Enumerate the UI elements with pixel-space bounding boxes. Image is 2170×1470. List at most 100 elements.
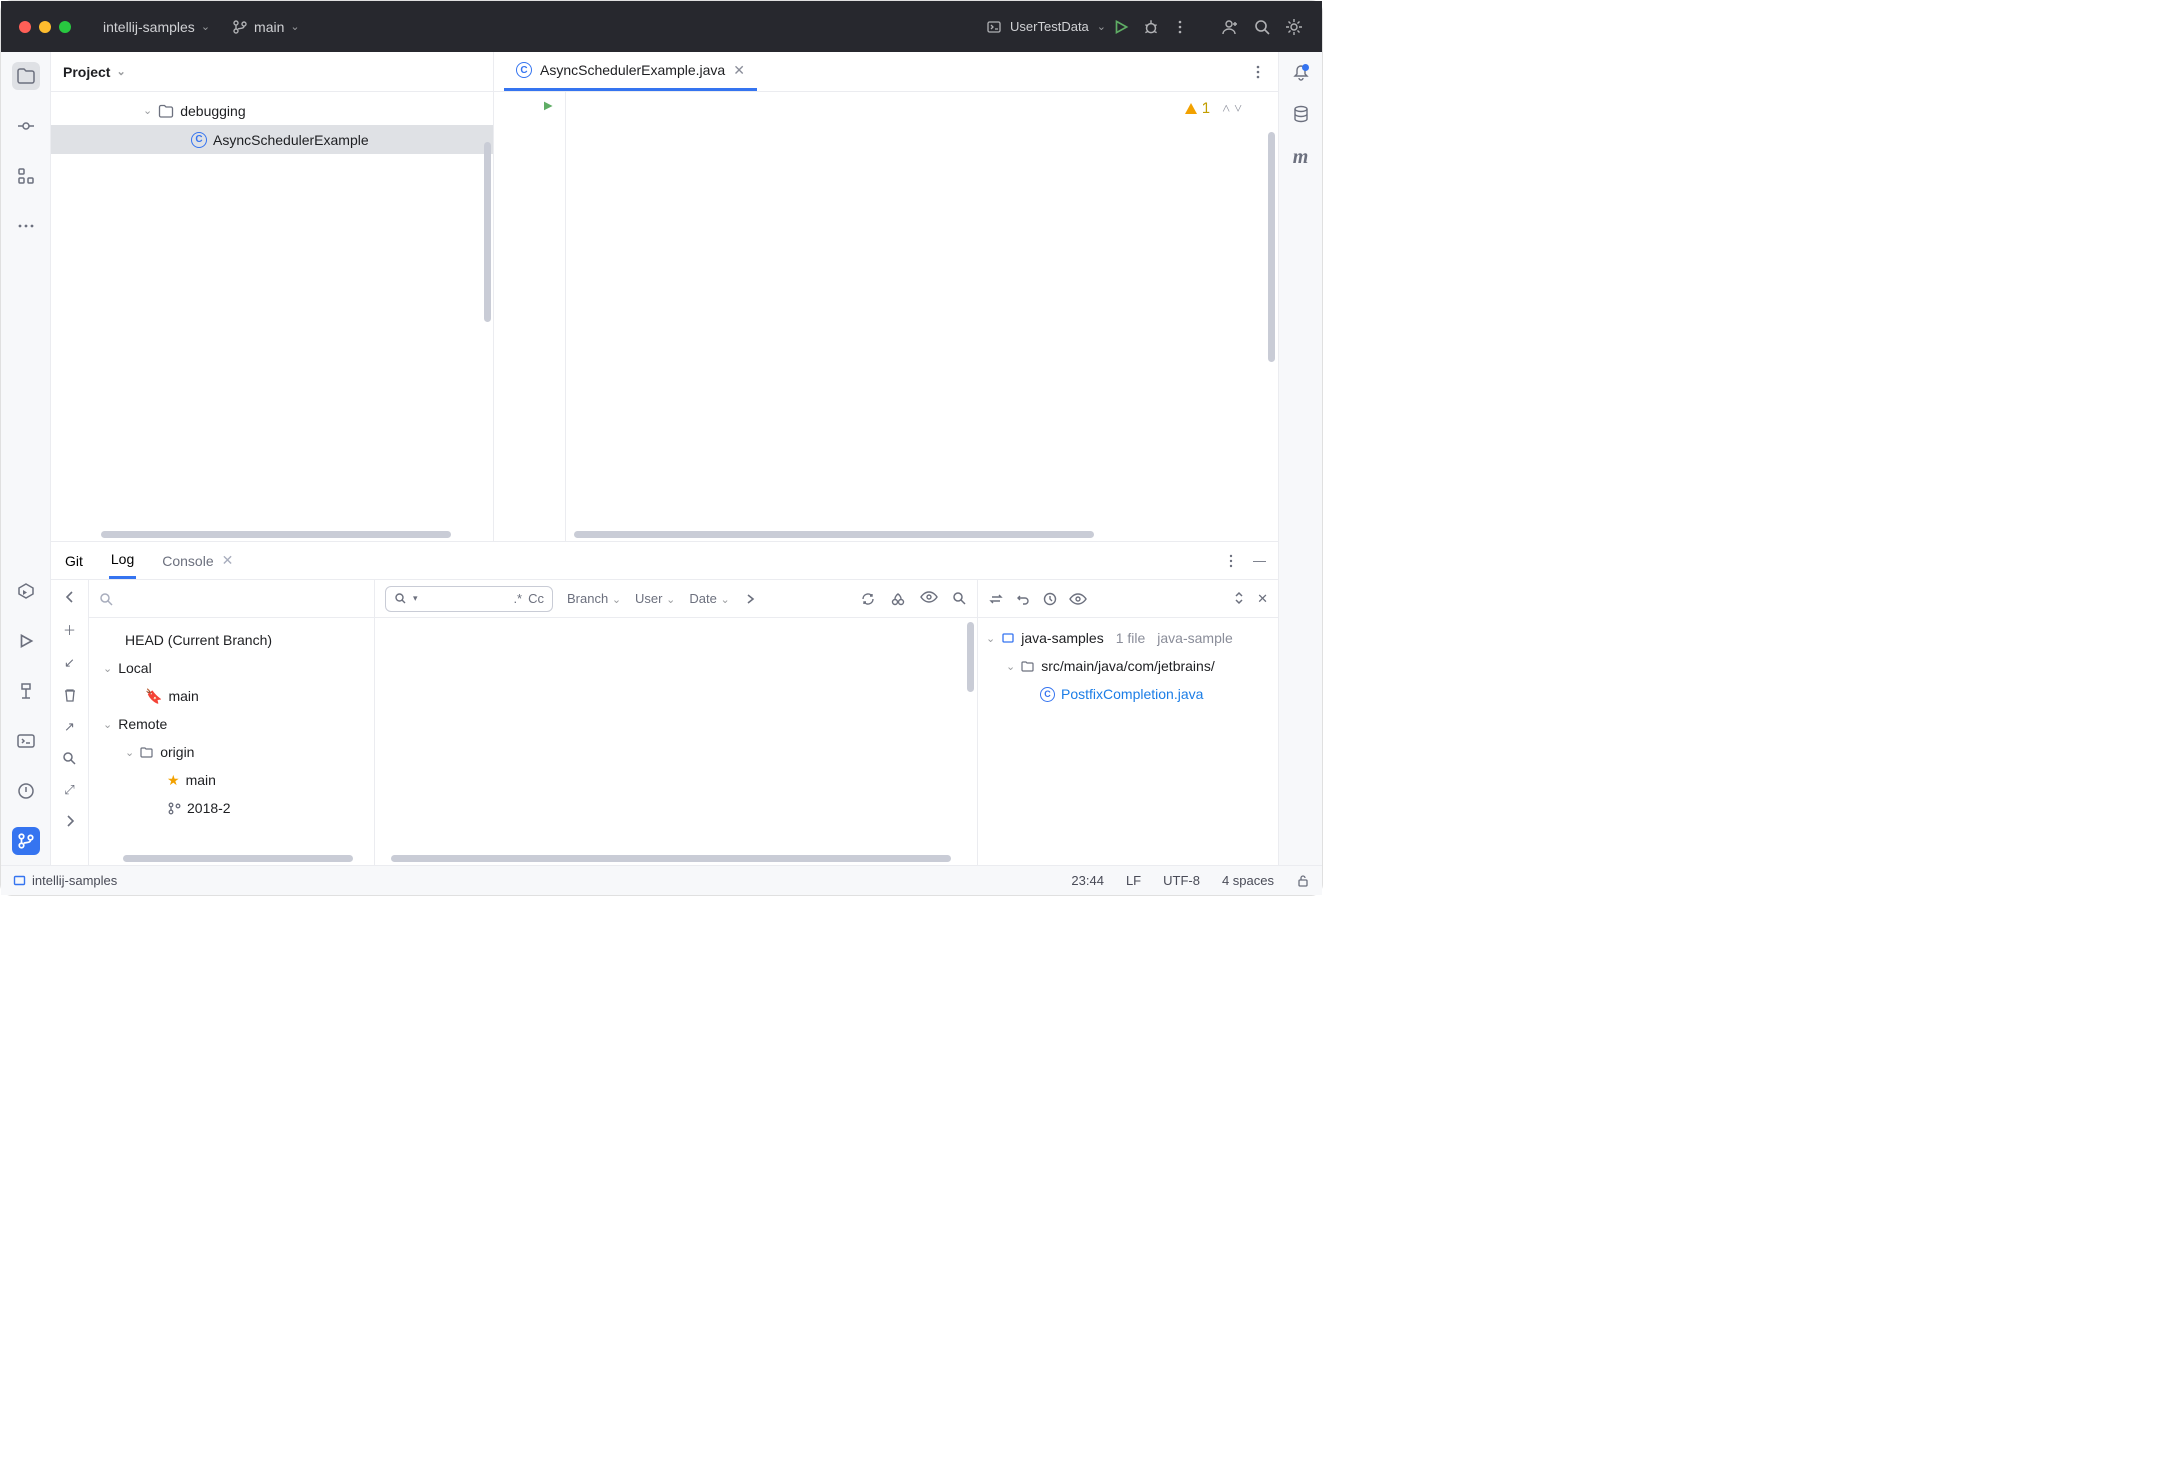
user-filter[interactable]: User ⌄	[635, 591, 675, 606]
match-case-toggle[interactable]: Cc	[528, 591, 544, 606]
project-tool-button[interactable]	[12, 62, 40, 90]
status-time[interactable]: 23:44	[1071, 873, 1104, 888]
outgoing-icon[interactable]: ↗	[64, 719, 75, 735]
incoming-icon[interactable]: ↙	[64, 655, 75, 671]
delete-icon[interactable]	[62, 687, 78, 703]
notifications-button[interactable]	[1291, 62, 1311, 82]
forward-icon[interactable]	[63, 814, 77, 828]
add-icon[interactable]: ＋	[63, 620, 76, 639]
scrollbar-horizontal[interactable]	[391, 855, 951, 862]
project-tree[interactable]: ⌄ debugging CAsyncSchedulerExample	[51, 92, 493, 541]
search-icon[interactable]	[62, 751, 77, 766]
cherry-pick-icon[interactable]	[890, 591, 906, 607]
minimize-window[interactable]	[39, 21, 51, 33]
expand-icon[interactable]	[1233, 591, 1245, 607]
services-tool-button[interactable]	[12, 577, 40, 605]
database-tool-button[interactable]	[1291, 104, 1311, 124]
scrollbar-vertical[interactable]	[967, 622, 974, 692]
refresh-icon[interactable]	[860, 591, 876, 607]
changes-path[interactable]: ⌄ src/main/java/com/jetbrains/	[978, 652, 1278, 680]
scrollbar-vertical[interactable]	[484, 142, 491, 322]
project-pane-header[interactable]: Project ⌄	[51, 52, 493, 92]
settings-icon[interactable]	[1278, 11, 1310, 43]
diff-icon[interactable]: ⤢	[64, 782, 74, 798]
search-icon[interactable]	[1246, 11, 1278, 43]
problems-tool-button[interactable]	[12, 777, 40, 805]
swap-icon[interactable]	[988, 591, 1004, 607]
gutter[interactable]	[494, 92, 566, 541]
run-button[interactable]	[1106, 12, 1136, 42]
status-indent[interactable]: 4 spaces	[1222, 873, 1274, 888]
history-icon[interactable]	[1042, 591, 1057, 606]
local-branches[interactable]: ⌄Local	[89, 654, 374, 682]
scrollbar-horizontal[interactable]	[574, 531, 1094, 538]
eye-icon[interactable]	[920, 591, 938, 607]
terminal-tool-button[interactable]	[12, 727, 40, 755]
branch-search[interactable]	[89, 580, 374, 618]
close-icon[interactable]: ✕	[222, 552, 234, 569]
remote-origin[interactable]: ⌄origin	[89, 738, 374, 766]
status-module[interactable]: intellij-samples	[32, 873, 117, 888]
more-tools-icon[interactable]	[12, 212, 40, 240]
inspection-widget[interactable]: 1 ˄˅	[1184, 100, 1242, 118]
close-icon[interactable]: ✕	[1257, 591, 1268, 607]
close-tab-icon[interactable]: ✕	[733, 62, 745, 79]
tree-file[interactable]: CAsyncSchedulerExample	[51, 125, 493, 154]
editor-tab[interactable]: C AsyncSchedulerExample.java ✕	[504, 52, 757, 91]
branch-item[interactable]: ★main	[89, 766, 374, 794]
gutter-run-icon[interactable]: ▶	[544, 98, 552, 116]
remote-branches[interactable]: ⌄Remote	[89, 710, 374, 738]
branch-item[interactable]: 2018-2	[89, 794, 374, 822]
maven-tool-button[interactable]: m	[1293, 146, 1309, 169]
tab-more-icon[interactable]	[1250, 64, 1266, 80]
scrollbar-vertical[interactable]	[1268, 132, 1275, 362]
maximize-window[interactable]	[59, 21, 71, 33]
revert-icon[interactable]	[1016, 592, 1030, 606]
changes-root[interactable]: ⌄ java-samples 1 file java-sample	[978, 624, 1278, 652]
vcs-tool-button[interactable]	[12, 827, 40, 855]
changed-file[interactable]: C PostfixCompletion.java	[978, 680, 1278, 708]
readonly-toggle[interactable]	[1296, 874, 1310, 888]
chevron-down-icon: ⌄	[125, 746, 134, 759]
commit-tool-button[interactable]	[12, 112, 40, 140]
more-filters-icon[interactable]	[744, 593, 756, 605]
build-tool-button[interactable]	[12, 677, 40, 705]
branch-item[interactable]: 🔖main	[89, 682, 374, 710]
structure-tool-button[interactable]	[12, 162, 40, 190]
more-actions-icon[interactable]	[1166, 13, 1194, 41]
scrollbar-horizontal[interactable]	[101, 531, 451, 538]
next-highlight-icon[interactable]: ˅	[1234, 100, 1242, 118]
tab-log[interactable]: Log	[109, 542, 136, 579]
changes-tree[interactable]: ⌄ java-samples 1 file java-sample ⌄ src/…	[978, 618, 1278, 714]
scrollbar-horizontal[interactable]	[123, 855, 353, 862]
head-branch[interactable]: HEAD (Current Branch)	[89, 626, 374, 654]
code-body[interactable]	[566, 92, 1278, 541]
regex-toggle[interactable]: .*	[513, 591, 522, 606]
run-config-selector[interactable]: UserTestData ⌄	[986, 19, 1106, 35]
code-area[interactable]: ▶ 1 ˄˅	[494, 92, 1278, 541]
status-encoding[interactable]: UTF-8	[1163, 873, 1200, 888]
tab-console[interactable]: Console✕	[160, 542, 235, 579]
code-with-me-icon[interactable]	[1214, 11, 1246, 43]
search-icon[interactable]	[952, 591, 967, 607]
project-selector[interactable]: intellij-samples ⌄	[103, 19, 210, 35]
run-tool-button[interactable]	[12, 627, 40, 655]
back-icon[interactable]	[63, 590, 77, 604]
eye-icon[interactable]	[1069, 593, 1087, 605]
tab-git[interactable]: Git	[63, 542, 85, 579]
commit-search[interactable]: ▾ .* Cc	[385, 586, 553, 612]
status-eol[interactable]: LF	[1126, 873, 1141, 888]
date-filter[interactable]: Date ⌄	[689, 591, 729, 606]
module-icon	[1001, 631, 1015, 645]
branch-selector[interactable]: main ⌄	[232, 19, 300, 35]
search-icon	[394, 592, 407, 605]
branch-filter[interactable]: Branch ⌄	[567, 591, 621, 606]
debug-button[interactable]	[1136, 12, 1166, 42]
hide-panel-icon[interactable]: —	[1253, 553, 1266, 569]
prev-highlight-icon[interactable]: ˄	[1222, 100, 1230, 118]
chevron-down-icon: ▾	[413, 593, 418, 604]
panel-more-icon[interactable]	[1223, 553, 1239, 569]
close-window[interactable]	[19, 21, 31, 33]
commit-list[interactable]	[375, 618, 977, 865]
tree-folder[interactable]: ⌄ debugging	[51, 96, 493, 125]
